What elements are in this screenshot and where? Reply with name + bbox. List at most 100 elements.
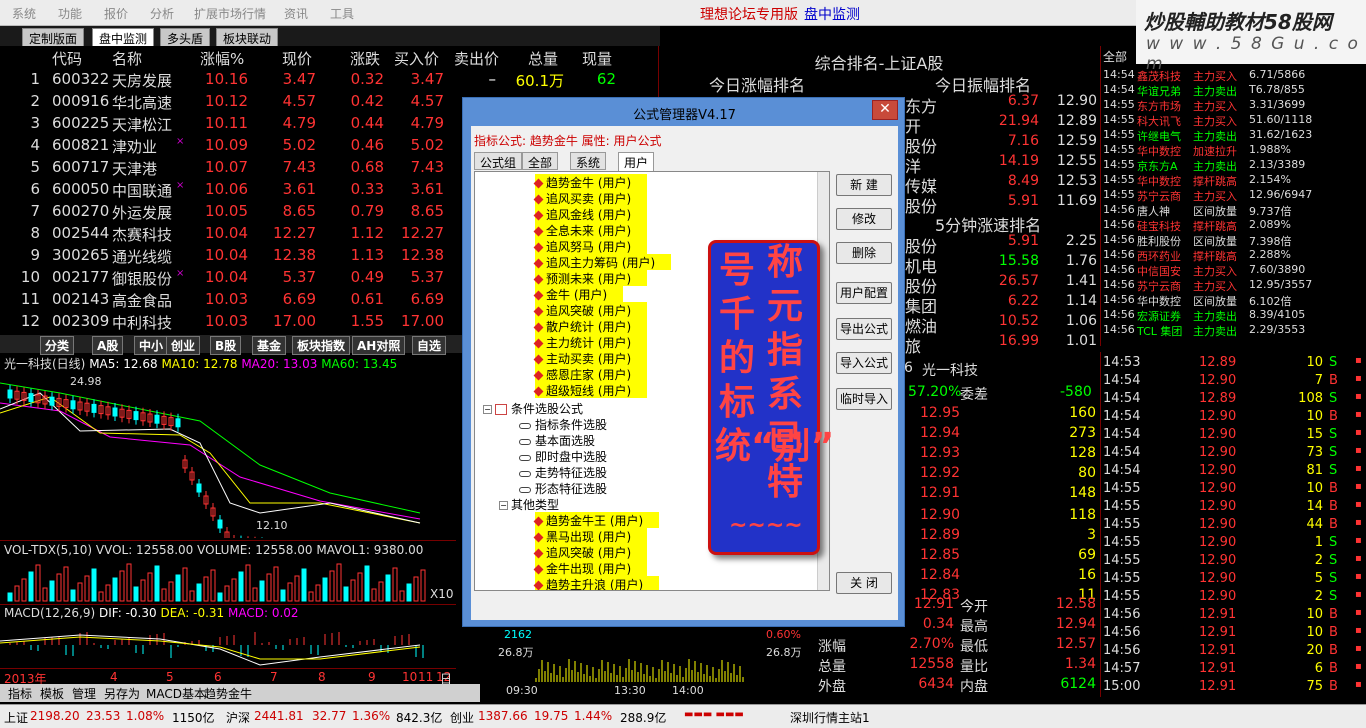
alert-row[interactable]: 14:56 苏宁云商 主力买入 12.95/3557	[1103, 278, 1365, 293]
tab-sector-link[interactable]: 板块联动	[216, 28, 279, 46]
tree-item-other-formula[interactable]: 黑马出现 (用户)	[533, 528, 648, 544]
alerts-tab-all[interactable]: 全部	[1103, 48, 1127, 65]
alert-row[interactable]: 14:55 京东方A 主力卖出 2.13/3389	[1103, 158, 1365, 173]
stat-label2: 最高	[960, 619, 988, 635]
trade-mark: ▪	[1355, 517, 1362, 528]
formula-tab[interactable]: 另存为	[104, 685, 140, 702]
menu-tools[interactable]: 工具	[330, 5, 354, 22]
ladder-volume: 128	[1069, 445, 1096, 461]
collapse-icon[interactable]: −	[499, 501, 508, 510]
collapse-icon[interactable]: −	[483, 405, 492, 414]
menu-system[interactable]: 系统	[12, 5, 36, 22]
tree-item-user-formula[interactable]: 金牛 (用户)	[533, 286, 624, 302]
tree-item-condition[interactable]: 形态特征选股	[519, 480, 607, 496]
tree-item-user-formula[interactable]: 感恩庄家 (用户)	[533, 366, 648, 382]
alert-row[interactable]: 14:56 宏源证券 主力卖出 8.39/4105	[1103, 308, 1365, 323]
close-button[interactable]: 关 闭	[836, 572, 892, 594]
user-config-button[interactable]: 用户配置	[836, 282, 892, 304]
trade-price: 12.90	[1199, 427, 1237, 442]
alert-row[interactable]: 14:55 东方市场 主力买入 3.31/3699	[1103, 98, 1365, 113]
import-button[interactable]: 导入公式	[836, 352, 892, 374]
tab-intraday-monitor[interactable]: 盘中监测	[92, 28, 155, 46]
tab-bull-shield[interactable]: 多头盾	[160, 28, 211, 46]
tree-item-user-formula[interactable]: 追风努马 (用户)	[533, 238, 648, 254]
col-volume[interactable]: 总量	[528, 48, 558, 69]
dialog-close-button[interactable]: ✕	[872, 100, 898, 120]
alert-row[interactable]: 14:56 TCL 集团 主力卖出 2.29/3553	[1103, 323, 1365, 338]
tree-item-user-formula[interactable]: 散户统计 (用户)	[533, 318, 648, 334]
temp-import-button[interactable]: 临时导入	[836, 388, 892, 410]
tree-item-other-formula[interactable]: 趋势主升浪 (用户)	[533, 576, 660, 590]
formula-tab[interactable]: 模板	[40, 685, 64, 702]
server-name[interactable]: 深圳行情主站1	[790, 709, 870, 726]
tab-all[interactable]: 全部	[522, 152, 559, 170]
col-ask[interactable]: 卖出价	[454, 48, 499, 69]
col-price[interactable]: 现价	[282, 48, 312, 69]
formula-tab[interactable]: 趋势金牛	[204, 685, 252, 702]
annotation-callout: 号千的标统“别” 称元指系已特 ~~~~	[708, 240, 834, 555]
formula-icon	[533, 274, 544, 285]
tree-item-condition[interactable]: 走势特征选股	[519, 464, 607, 480]
tree-item-other-formula[interactable]: 追风突破 (用户)	[533, 544, 648, 560]
col-code[interactable]: 代码	[52, 48, 82, 69]
tab-system[interactable]: 系统	[570, 152, 607, 170]
formula-tab[interactable]: MACD基本	[146, 685, 206, 702]
stock-buy: 17.00	[401, 312, 444, 330]
alert-row[interactable]: 14:55 科大讯飞 主力买入 51.60/1118	[1103, 113, 1365, 128]
tree-item-user-formula[interactable]: 超级短线 (用户)	[533, 382, 648, 398]
alert-row[interactable]: 14:54 华谊兄弟 主力卖出 T6.78/855	[1103, 83, 1365, 98]
tree-item-user-formula[interactable]: 追风主力筹码 (用户)	[533, 254, 672, 270]
col-current-vol[interactable]: 现量	[582, 48, 612, 69]
stat-value: 2.70%	[909, 636, 954, 652]
formula-tab[interactable]: 指标	[8, 685, 32, 702]
stock-row[interactable]: 1 600322 天房发展 10.16 3.47 0.32 3.47 –60.1万 62	[0, 68, 656, 90]
alert-row[interactable]: 14:55 华中数控 加速拉升 1.988%	[1103, 143, 1365, 158]
tree-item-user-formula[interactable]: 趋势金牛 (用户)	[533, 174, 648, 190]
tree-item-user-formula[interactable]: 主力统计 (用户)	[533, 334, 648, 350]
export-button[interactable]: 导出公式	[836, 318, 892, 340]
alert-row[interactable]: 14:55 华中数控 撑杆跳高 2.154%	[1103, 173, 1365, 188]
tree-item-other-formula[interactable]: 金牛出现 (用户)	[533, 560, 648, 576]
alert-row[interactable]: 14:56 硅宝科技 撑杆跳高 2.089%	[1103, 218, 1365, 233]
menu-news[interactable]: 资讯	[284, 5, 308, 22]
col-change[interactable]: 涨跌	[350, 48, 380, 69]
tree-item-user-formula[interactable]: 追风金线 (用户)	[533, 206, 648, 222]
alert-row[interactable]: 14:54 鑫茂科技 主力买入 6.71/5866	[1103, 68, 1365, 83]
col-pct[interactable]: 涨幅%	[200, 48, 244, 69]
alert-row[interactable]: 14:56 华中数控 区间放量 6.102倍	[1103, 293, 1365, 308]
alert-row[interactable]: 14:56 中信国安 主力买入 7.60/3890	[1103, 263, 1365, 278]
tree-item-condition[interactable]: 基本面选股	[519, 432, 595, 448]
tree-group-other[interactable]: − 其他类型	[499, 496, 559, 512]
tab-user[interactable]: 用户	[618, 152, 655, 171]
menu-quote[interactable]: 报价	[104, 5, 128, 22]
menu-function[interactable]: 功能	[58, 5, 82, 22]
tree-group-condition[interactable]: − 条件选股公式	[483, 400, 583, 416]
tree-item-user-formula[interactable]: 主动买卖 (用户)	[533, 350, 648, 366]
tree-item-condition[interactable]: 指标条件选股	[519, 416, 607, 432]
tree-item-condition[interactable]: 即时盘中选股	[519, 448, 607, 464]
tab-formula-group[interactable]: 公式组	[474, 152, 523, 170]
tree-item-other-formula[interactable]: 趋势金牛王 (用户)	[533, 512, 660, 528]
tree-item-user-formula[interactable]: 追风突破 (用户)	[533, 302, 648, 318]
key-icon	[519, 422, 531, 429]
tree-item-user-formula[interactable]: 全息未来 (用户)	[533, 222, 648, 238]
col-name[interactable]: 名称	[112, 48, 142, 69]
edit-button[interactable]: 修改	[836, 208, 892, 230]
delete-button[interactable]: 删除	[836, 242, 892, 264]
col-bid[interactable]: 买入价	[394, 48, 439, 69]
alert-row[interactable]: 14:56 胜利股份 区间放量 7.398倍	[1103, 233, 1365, 248]
tree-item-user-formula[interactable]: 预测未来 (用户)	[533, 270, 648, 286]
tree-item-user-formula[interactable]: 追风买卖 (用户)	[533, 190, 648, 206]
alert-row[interactable]: 14:55 许继电气 主力卖出 31.62/1623	[1103, 128, 1365, 143]
tab-custom-layout[interactable]: 定制版面	[22, 28, 85, 46]
cy-label: 创业	[450, 711, 475, 725]
new-button[interactable]: 新 建	[836, 174, 892, 196]
alert-row[interactable]: 14:56 西环药业 撑杆跳高 2.288%	[1103, 248, 1365, 263]
formula-label: 追风金线 (用户)	[546, 208, 632, 222]
menu-analysis[interactable]: 分析	[150, 5, 174, 22]
alert-row[interactable]: 14:56 唐人神 区间放量 9.737倍	[1103, 203, 1365, 218]
alert-row[interactable]: 14:55 苏宁云商 主力买入 12.96/6947	[1103, 188, 1365, 203]
menu-ext-market[interactable]: 扩展市场行情	[194, 5, 266, 22]
formula-tab[interactable]: 管理	[72, 685, 96, 702]
trade-volume: 14	[1306, 499, 1323, 514]
